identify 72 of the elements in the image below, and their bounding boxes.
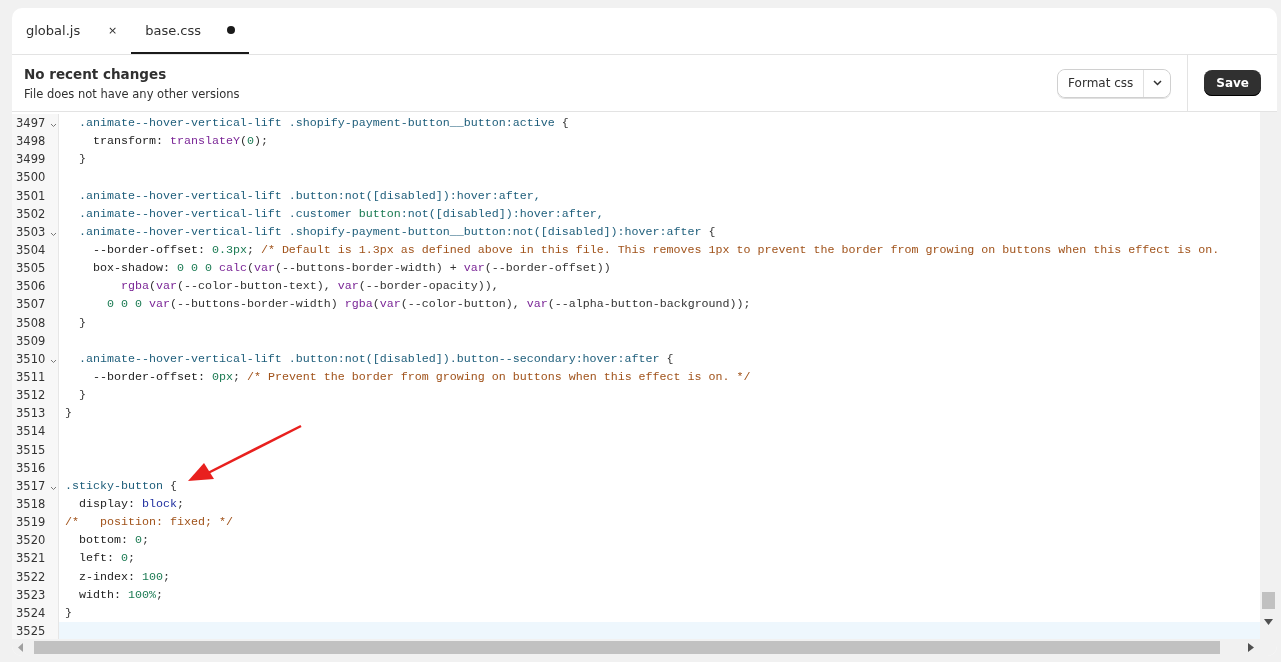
code-line: } [78, 314, 86, 332]
line-number: 3519 [15, 515, 46, 530]
history-subtitle: File does not have any other versions [24, 86, 241, 101]
code-line: width: 100%; [78, 586, 163, 604]
code-line: .animate--hover-vertical-lift .button:not([disabled]):hover:after, [78, 187, 541, 205]
file-tab[interactable]: base.css [131, 8, 250, 54]
line-number: 3511 [15, 370, 46, 385]
code-line: .animate--hover-vertical-lift .shopify-payment-button__button:active { [78, 115, 569, 132]
code-line: /* position: fixed; */ [64, 514, 233, 532]
line-number: 3510 [15, 351, 46, 366]
code-line: transform: translateY(0); [91, 133, 268, 151]
line-number: 3514 [15, 424, 46, 439]
line-number: 3525 [15, 624, 46, 638]
scroll-right-icon[interactable] [1248, 643, 1254, 652]
line-number: 3498 [15, 134, 46, 149]
tab-label: base.css [145, 22, 203, 38]
fold-chevron-icon[interactable] [50, 358, 57, 364]
format-button[interactable]: Format css [1058, 69, 1145, 97]
code-line: bottom: 0; [78, 532, 149, 550]
line-number: 3512 [15, 388, 46, 403]
code-line: } [64, 604, 72, 622]
line-number: 3513 [15, 406, 46, 421]
line-number: 3509 [15, 333, 46, 348]
line-number: 3500 [15, 170, 46, 185]
line-number: 3499 [15, 152, 46, 167]
line-number: 3504 [15, 243, 46, 258]
line-number: 3516 [15, 460, 46, 475]
code-line: } [64, 405, 72, 423]
fold-chevron-icon[interactable] [50, 123, 57, 128]
line-number: 3497 [15, 116, 46, 131]
code-line: display: block; [78, 495, 184, 513]
unsaved-dot-icon [227, 26, 236, 34]
save-button[interactable]: Save [1204, 70, 1261, 96]
line-number: 3506 [15, 279, 46, 294]
line-number: 3505 [15, 261, 46, 276]
fold-chevron-icon[interactable] [50, 231, 57, 237]
line-number: 3502 [15, 206, 46, 221]
line-number: 3507 [15, 297, 46, 312]
line-number: 3522 [15, 569, 46, 584]
history-title: No recent changes [24, 65, 168, 82]
line-number: 3508 [15, 315, 46, 330]
scroll-down-icon[interactable] [1264, 619, 1273, 625]
code-line: .animate--hover-vertical-lift .button:not([disabled]).button--secondary:hover:after { [78, 350, 674, 368]
fold-chevron-icon[interactable] [50, 485, 57, 491]
vertical-scroll-thumb[interactable] [1262, 592, 1275, 609]
code-line: .animate--hover-vertical-lift .customer button:not([disabled]):hover:after, [78, 205, 604, 223]
code-line: } [78, 387, 86, 405]
code-line: left: 0; [78, 550, 135, 568]
close-button[interactable]: × [108, 23, 118, 37]
line-number: 3521 [15, 551, 46, 566]
tab-label: global.js [26, 22, 82, 38]
line-number: 3501 [15, 188, 46, 203]
code-line: 0 0 0 var(--buttons-border-width) rgba(var(--color-button), var(--alpha-button-background)); [105, 296, 751, 314]
file-tab[interactable]: global.js × [12, 8, 132, 54]
line-number: 3520 [15, 533, 46, 548]
line-number: 3524 [15, 605, 46, 620]
code-line: rgba(var(--color-button-text), var(--border-opacity)), [119, 278, 499, 296]
code-line: --border-offset: 0px; /* Prevent the border from growing on buttons when this effect is on. */ [91, 368, 751, 386]
line-number: 3518 [15, 497, 46, 511]
code-line: box-shadow: 0 0 0 calc(var(--buttons-border-width) + var(--border-offset)) [91, 260, 611, 278]
code-line: z-index: 100; [78, 568, 170, 586]
line-number: 3517 [15, 478, 46, 493]
chevron-down-icon [1152, 80, 1162, 86]
code-line: --border-offset: 0.3px; /* Default is 1.3px as defined above in this file. This removes 1px to prevent the border from growing on buttons when this effect is on. [91, 242, 1220, 259]
horizontal-scroll-thumb[interactable] [34, 641, 1220, 654]
line-number: 3523 [15, 587, 46, 602]
code-line: } [78, 151, 86, 169]
code-line: .sticky-button { [64, 477, 177, 495]
line-number: 3515 [15, 442, 46, 457]
code-line: .animate--hover-vertical-lift .shopify-payment-button__button:not([disabled]):hover:after { [78, 223, 716, 241]
scroll-left-icon[interactable] [18, 643, 24, 652]
line-number: 3503 [15, 224, 46, 239]
